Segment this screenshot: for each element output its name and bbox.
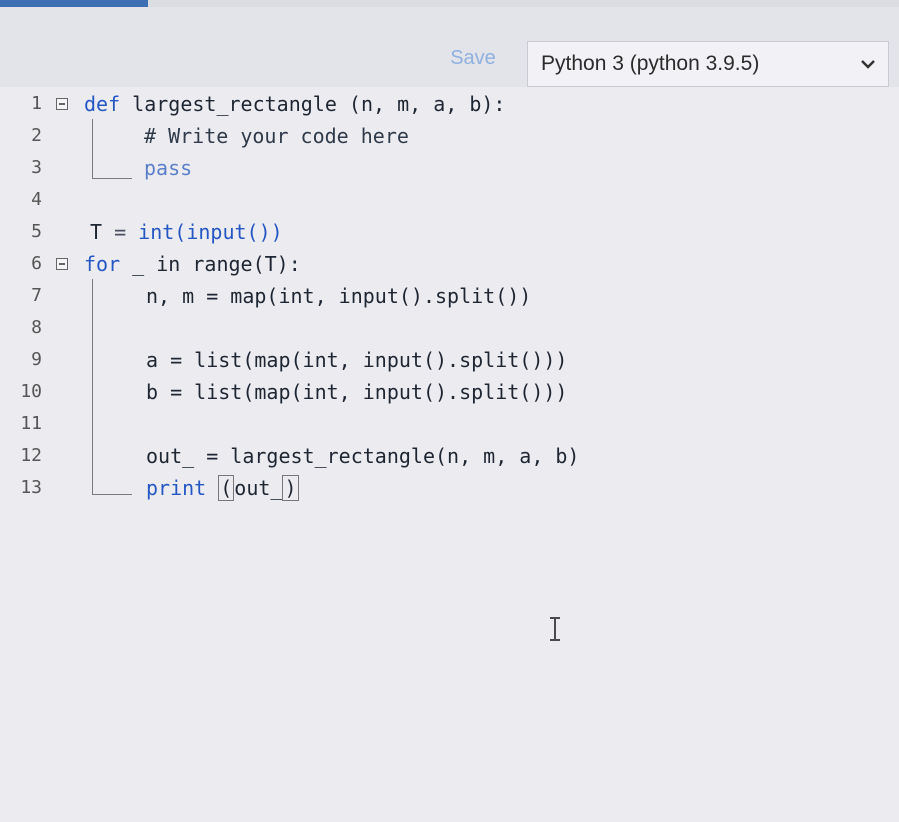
- function-signature: largest_rectangle (n, m, a, b):: [120, 92, 506, 116]
- top-accent-bar: [0, 0, 148, 7]
- code-line-2-comment: # Write your code here: [144, 124, 409, 148]
- variable-T: T: [90, 220, 103, 244]
- indent-guide: [92, 119, 93, 179]
- language-select-value: Python 3 (python 3.9.5): [541, 52, 760, 75]
- indent-guide-end: [92, 178, 132, 179]
- line-number: 4: [31, 189, 42, 210]
- keyword-def: def: [84, 92, 121, 116]
- operator: =: [102, 220, 139, 244]
- line-number: 12: [20, 445, 42, 466]
- line-number: 9: [31, 349, 42, 370]
- code-line-6: for _ in range(T):: [84, 252, 301, 276]
- for-header: _ in range(T):: [120, 252, 301, 276]
- language-select[interactable]: Python 3 (python 3.9.5): [527, 41, 889, 87]
- line-number: 8: [31, 317, 42, 338]
- indent-guide-end: [92, 494, 132, 495]
- matched-bracket-open: (: [218, 475, 235, 501]
- line-number: 6: [31, 253, 42, 274]
- line-number: 5: [31, 221, 42, 242]
- indent-guide: [92, 279, 93, 495]
- top-strip: [148, 0, 899, 7]
- matched-bracket-close: ): [282, 475, 299, 501]
- code-line-1: def largest_rectangle (n, m, a, b):: [84, 92, 505, 116]
- text-cursor-icon: [550, 617, 560, 641]
- code-line-10: b = list(map(int, input().split())): [146, 380, 568, 404]
- line-number: 2: [31, 125, 42, 146]
- line-number: 10: [20, 381, 42, 402]
- line-number: 13: [20, 477, 42, 498]
- print-argument: out_: [234, 476, 283, 500]
- fold-collapse-icon[interactable]: [56, 258, 68, 270]
- line-number: 11: [20, 413, 42, 434]
- line-number: 7: [31, 285, 42, 306]
- code-line-13: print (out_): [146, 475, 299, 501]
- editor-toolbar: Save Python 3 (python 3.9.5): [0, 7, 899, 87]
- line-number: 3: [31, 157, 42, 178]
- line-number-gutter: 1 2 3 4 5 6 7 8 9 10 11 12 13: [0, 87, 78, 507]
- keyword-for: for: [84, 252, 121, 276]
- save-button[interactable]: Save: [440, 43, 506, 73]
- code-line-5: T = int(input()): [90, 220, 283, 244]
- code-line-12: out_ = largest_rectangle(n, m, a, b): [146, 444, 580, 468]
- chevron-down-icon: [861, 60, 875, 69]
- print-call: print: [146, 476, 219, 500]
- line-number: 1: [31, 93, 42, 114]
- fold-collapse-icon[interactable]: [56, 98, 68, 110]
- code-line-7: n, m = map(int, input().split()): [146, 284, 532, 308]
- code-line-3-pass: pass: [144, 156, 193, 180]
- expression: int(input()): [138, 220, 283, 244]
- code-editor[interactable]: 1 2 3 4 5 6 7 8 9 10 11 12 13 def larges…: [0, 87, 899, 822]
- code-line-9: a = list(map(int, input().split())): [146, 348, 568, 372]
